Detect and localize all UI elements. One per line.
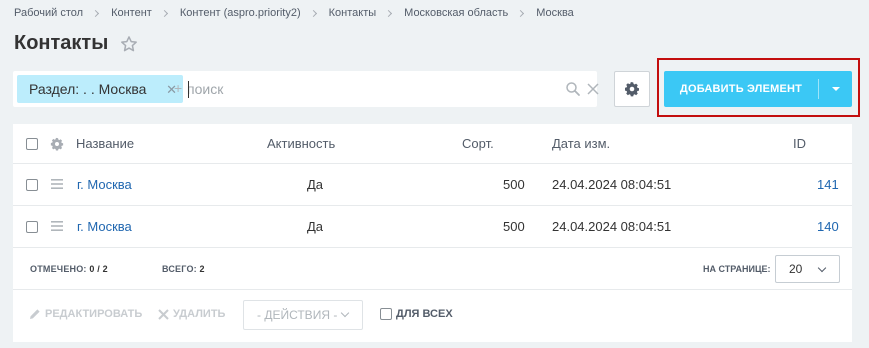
chevron-right-icon xyxy=(309,9,317,17)
star-icon[interactable] xyxy=(119,34,139,54)
column-header-active[interactable]: Активность xyxy=(267,136,335,151)
column-header-name[interactable]: Название xyxy=(76,136,134,151)
actions-select-value: - ДЕЙСТВИЯ - xyxy=(257,308,338,322)
per-page-value: 20 xyxy=(789,262,803,276)
chevron-right-icon xyxy=(92,9,100,17)
delete-button[interactable]: УДАЛИТЬ xyxy=(158,308,225,320)
chevron-down-icon xyxy=(817,263,827,273)
row-active: Да xyxy=(307,219,324,234)
filter-tag-label: Раздел: . . Москва xyxy=(29,81,147,97)
column-header-date[interactable]: Дата изм. xyxy=(552,136,610,151)
for-all-checkbox[interactable]: ДЛЯ ВСЕХ xyxy=(380,308,453,320)
group-actions-bar: РЕДАКТИРОВАТЬ УДАЛИТЬ - ДЕЙСТВИЯ - ДЛЯ В… xyxy=(13,290,852,342)
actions-select[interactable]: - ДЕЙСТВИЯ - xyxy=(243,300,363,330)
drag-handle-icon[interactable] xyxy=(51,179,63,189)
dropdown-arrow-icon[interactable] xyxy=(819,87,852,91)
close-icon xyxy=(158,308,169,320)
column-header-id[interactable]: ID xyxy=(793,136,806,151)
row-date: 24.04.2024 08:04:51 xyxy=(552,219,672,234)
breadcrumb-item-content[interactable]: Контент xyxy=(111,7,152,19)
total-value: 2 xyxy=(199,264,205,274)
search-input[interactable] xyxy=(187,75,547,103)
chevron-right-icon xyxy=(517,9,525,17)
selected-value: 0 / 2 xyxy=(89,264,108,274)
row-name-link[interactable]: г. Москва xyxy=(77,177,132,192)
grid-footer: ОТМЕЧЕНО: 0 / 2 ВСЕГО: 2 НА СТРАНИЦЕ: 20 xyxy=(13,248,852,290)
for-all-label: ДЛЯ ВСЕХ xyxy=(396,308,453,320)
row-sort: 500 xyxy=(503,177,525,192)
edit-label: РЕДАКТИРОВАТЬ xyxy=(45,308,143,320)
add-element-button[interactable]: ДОБАВИТЬ ЭЛЕМЕНТ xyxy=(664,71,852,107)
text-cursor xyxy=(188,81,189,98)
clear-icon[interactable] xyxy=(585,81,601,97)
breadcrumb-item-content-aspro[interactable]: Контент (aspro.priority2) xyxy=(180,7,301,19)
pencil-icon xyxy=(30,309,40,319)
table-row[interactable]: г. Москва Да 500 24.04.2024 08:04:51 140 xyxy=(13,206,852,248)
selected-label: ОТМЕЧЕНО: xyxy=(30,264,87,274)
breadcrumb: Рабочий стол Контент Контент (aspro.prio… xyxy=(14,6,574,20)
checkbox[interactable] xyxy=(380,308,392,320)
chevron-down-icon xyxy=(340,308,350,318)
add-element-label: ДОБАВИТЬ ЭЛЕМЕНТ xyxy=(679,83,803,95)
total-counter: ВСЕГО: 2 xyxy=(162,264,205,274)
chevron-right-icon xyxy=(160,9,168,17)
add-filter-plus[interactable]: + xyxy=(174,80,182,96)
selected-counter: ОТМЕЧЕНО: 0 / 2 xyxy=(30,264,108,274)
row-sort: 500 xyxy=(503,219,525,234)
filter-tag-section[interactable]: Раздел: . . Москва ✕ xyxy=(17,75,183,103)
row-active: Да xyxy=(307,177,324,192)
edit-button[interactable]: РЕДАКТИРОВАТЬ xyxy=(29,308,142,320)
breadcrumb-item-moscow-region[interactable]: Московская область xyxy=(404,7,508,19)
column-header-sort[interactable]: Сорт. xyxy=(462,136,494,151)
total-label: ВСЕГО: xyxy=(162,264,197,274)
chevron-right-icon xyxy=(385,9,393,17)
per-page-select[interactable]: 20 xyxy=(775,255,840,283)
settings-button[interactable] xyxy=(614,71,650,107)
delete-label: УДАЛИТЬ xyxy=(173,308,226,320)
table-row[interactable]: г. Москва Да 500 24.04.2024 08:04:51 141 xyxy=(13,164,852,206)
page-title: Контакты xyxy=(14,32,109,54)
gear-icon xyxy=(625,82,639,97)
row-name-link[interactable]: г. Москва xyxy=(77,219,132,234)
filter-search-bar[interactable]: Раздел: . . Москва ✕ + xyxy=(13,71,599,107)
row-date: 24.04.2024 08:04:51 xyxy=(552,177,672,192)
gear-icon[interactable] xyxy=(50,137,64,151)
drag-handle-icon[interactable] xyxy=(51,221,63,231)
table-header: Название Активность Сорт. Дата изм. ID xyxy=(13,124,852,164)
per-page-label: НА СТРАНИЦЕ: xyxy=(703,264,771,274)
breadcrumb-item-moscow[interactable]: Москва xyxy=(536,7,574,19)
row-checkbox[interactable] xyxy=(26,221,38,233)
search-icon[interactable] xyxy=(565,81,581,97)
breadcrumb-item-desktop[interactable]: Рабочий стол xyxy=(14,7,83,19)
row-checkbox[interactable] xyxy=(26,179,38,191)
row-id-link[interactable]: 141 xyxy=(817,177,839,192)
row-id-link[interactable]: 140 xyxy=(817,219,839,234)
breadcrumb-item-contacts[interactable]: Контакты xyxy=(329,7,377,19)
select-all-checkbox[interactable] xyxy=(26,138,38,150)
elements-grid: Название Активность Сорт. Дата изм. ID г… xyxy=(13,124,852,342)
